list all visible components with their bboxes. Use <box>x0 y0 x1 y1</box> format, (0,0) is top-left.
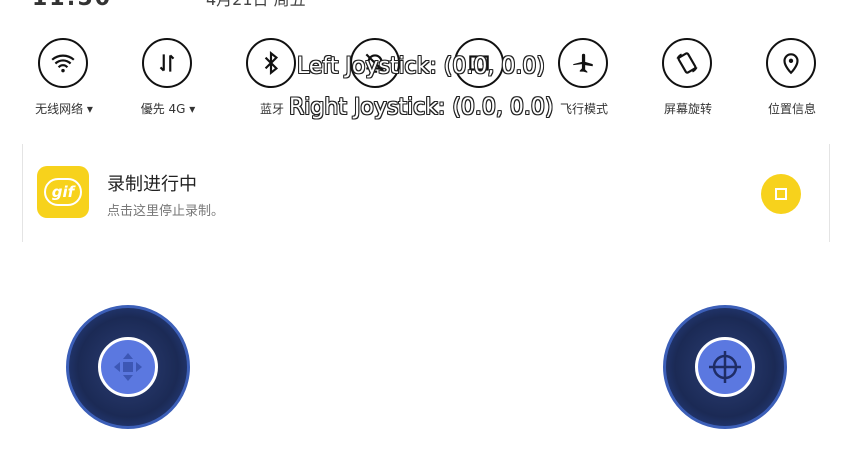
gif-app-icon-text: gif <box>44 178 82 206</box>
qs-label: 无线网络 ▾ <box>35 102 93 116</box>
crosshair-icon <box>709 351 741 383</box>
bluetooth-icon[interactable] <box>246 38 296 88</box>
status-bar: 11:50 4月21日 周五 ⌄ <box>0 0 853 11</box>
expand-icon[interactable]: ⌄ <box>732 0 744 4</box>
rotate-icon[interactable] <box>662 38 712 88</box>
right-joystick[interactable] <box>663 305 787 429</box>
airplane-icon[interactable] <box>558 38 608 88</box>
qs-label: 位置信息 <box>767 102 816 116</box>
gif-app-icon: gif <box>37 166 89 218</box>
qs-wifi[interactable]: 无线网络 ▾ <box>14 38 118 128</box>
stop-icon[interactable] <box>761 174 801 214</box>
status-time: 11:50 <box>32 0 112 11</box>
stop-square <box>775 188 787 200</box>
qs-rotate[interactable]: 屏幕旋转 <box>638 38 742 128</box>
right-joystick-readout: Right Joystick: (0.0, 0.0) <box>289 95 554 120</box>
right-joystick-knob[interactable] <box>695 337 755 397</box>
notification-title: 录制进行中 <box>107 174 197 195</box>
left-joystick-readout: Left Joystick: (0.0, 0.0) <box>297 54 545 79</box>
recording-notification[interactable]: gif 录制进行中 点击这里停止录制。 <box>22 144 830 242</box>
left-joystick[interactable] <box>66 305 190 429</box>
qs-location[interactable]: 位置信息 <box>742 38 846 128</box>
qs-label: 優先 4G ▾ <box>140 102 196 116</box>
wifi-icon[interactable] <box>38 38 88 88</box>
left-joystick-knob[interactable] <box>98 337 158 397</box>
notification-subtitle: 点击这里停止录制。 <box>107 204 225 219</box>
qs-label: 屏幕旋转 <box>663 102 712 116</box>
location-icon[interactable] <box>766 38 816 88</box>
dpad-icon <box>114 353 142 381</box>
status-date: 4月21日 周五 <box>206 0 306 10</box>
qs-mobile-data[interactable]: 優先 4G ▾ <box>118 38 222 128</box>
data-arrows-icon[interactable] <box>142 38 192 88</box>
